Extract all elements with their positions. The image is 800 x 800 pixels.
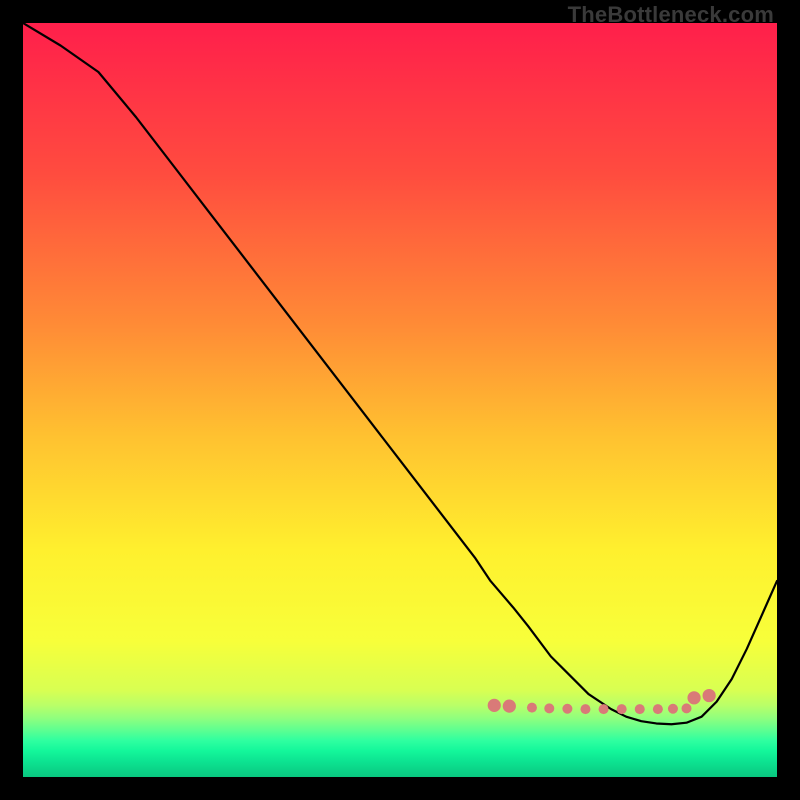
chart-svg (23, 23, 777, 777)
curve-marker-dot (617, 704, 627, 714)
curve-marker-dot (599, 704, 609, 714)
curve-marker-dot (653, 704, 663, 714)
chart-frame (23, 23, 777, 777)
curve-marker-dot (687, 691, 700, 704)
gradient-background (23, 23, 777, 777)
curve-marker-dot (562, 704, 572, 714)
curve-marker-dot (544, 703, 554, 713)
curve-marker-dot (703, 689, 716, 702)
curve-marker-dot (580, 704, 590, 714)
curve-marker-dot (503, 700, 516, 713)
curve-marker-dot (488, 699, 501, 712)
curve-marker-dot (668, 704, 678, 714)
curve-marker-dot (635, 704, 645, 714)
watermark-text: TheBottleneck.com (568, 2, 774, 28)
curve-marker-dot (682, 703, 692, 713)
curve-marker-dot (527, 703, 537, 713)
